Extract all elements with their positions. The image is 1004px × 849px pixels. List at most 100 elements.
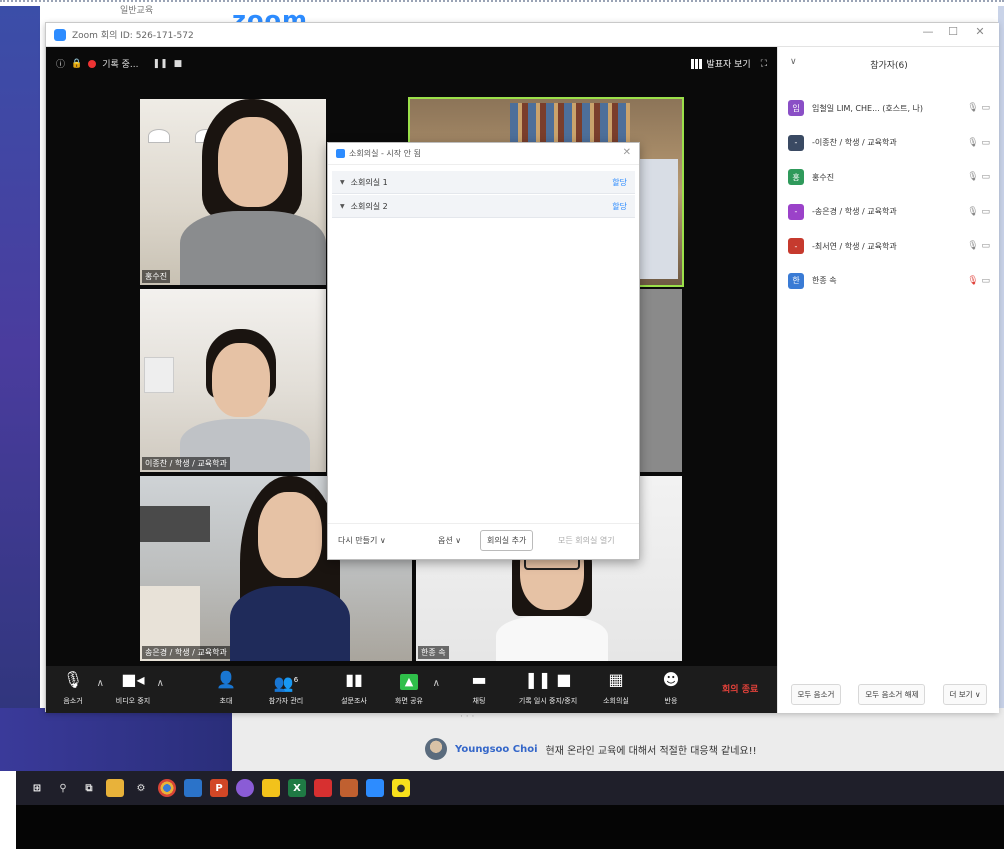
breakout-rooms-dialog: 소회의실 - 시작 안 됨 ✕ ▼ 소회의실 1 할당 ▼ 소회의실 2 할당 …	[327, 142, 640, 560]
settings-gear-icon[interactable]: ⚙	[132, 779, 150, 797]
share-screen-label: 화면 공유	[395, 697, 423, 705]
face-shape	[212, 343, 270, 417]
desktop-wallpaper-bottom	[0, 708, 232, 771]
sticky-notes-icon[interactable]	[262, 779, 280, 797]
fullscreen-icon[interactable]: ⛶	[761, 59, 767, 69]
mic-camera-icons: 🎙 ▭	[967, 103, 990, 114]
search-icon[interactable]: ⚲	[54, 779, 72, 797]
breakout-room-row[interactable]: ▼ 소회의실 2 할당	[332, 195, 635, 218]
mute-button[interactable]: 🎙 음소거 ∧	[48, 670, 104, 706]
breakout-room-row[interactable]: ▼ 소회의실 1 할당	[332, 171, 635, 194]
stop-recording-icon[interactable]: ■	[174, 59, 183, 69]
maximize-button[interactable]: ☐	[943, 25, 963, 38]
video-tile[interactable]: 이종찬 / 학생 / 교육학과	[140, 289, 326, 472]
video-tile[interactable]: 홍수진	[140, 99, 326, 285]
participants-title: 참가자(6)	[870, 60, 908, 71]
mic-camera-icons: 🎙 ▭	[967, 275, 990, 286]
participant-row[interactable]: - -최서연 / 학생 / 교육학과 🎙 ▭	[778, 229, 1000, 264]
participants-icon: 👥6	[273, 673, 299, 693]
stop-video-label: 비디오 중지	[115, 697, 151, 705]
face-shape	[258, 492, 322, 578]
pause-recording-icon[interactable]: ❚❚	[153, 59, 168, 69]
zoom-taskbar-icon[interactable]	[366, 779, 384, 797]
excel-icon[interactable]: X	[288, 779, 306, 797]
minimize-button[interactable]: —	[918, 25, 938, 38]
breakout-rooms-button[interactable]: ▦ 소회의실	[591, 670, 641, 706]
zoom-app-icon	[54, 28, 66, 41]
close-icon[interactable]: ✕	[623, 147, 631, 158]
chat-avatar	[425, 738, 447, 760]
face-shape	[218, 117, 288, 207]
participant-row[interactable]: 홍 홍수진 🎙 ▭	[778, 160, 1000, 195]
manage-participants-button[interactable]: 👥6 참가자 관리	[261, 670, 311, 706]
stop-video-button[interactable]: ■◂ 비디오 중지 ∧	[108, 670, 164, 706]
chat-bubble-icon: ▬	[471, 670, 487, 689]
pdf-reader-icon[interactable]	[314, 779, 332, 797]
invite-label: 초대	[219, 697, 233, 705]
chat-button[interactable]: ▬ 채팅	[454, 670, 504, 706]
end-meeting-button[interactable]: 회의 종료	[722, 682, 758, 695]
microphone-icon: 🎙	[62, 670, 84, 689]
audio-options-caret[interactable]: ∧	[97, 678, 104, 689]
window-titlebar: Zoom 회의 ID: 526-171-572 — ☐ ✕	[46, 23, 999, 47]
participant-name: 한종 속	[812, 276, 837, 286]
speaker-view-button[interactable]: 발표자 보기	[691, 57, 751, 70]
participant-name: 임철일 LIM, CHE... (호스트, 나)	[812, 103, 924, 113]
collapse-chevron-icon[interactable]: ∨	[790, 57, 797, 67]
invite-button[interactable]: 👤 초대	[201, 670, 251, 706]
polls-label: 설문조사	[341, 697, 367, 705]
assign-link[interactable]: 할당	[612, 177, 627, 188]
mute-all-button[interactable]: 모두 음소거	[790, 684, 842, 705]
participant-name: 홍수진	[812, 172, 835, 182]
powerpoint-icon[interactable]: P	[210, 779, 228, 797]
windows-taskbar: ⊞ ⚲ ⧉ ⚙ P X ●	[16, 771, 1004, 805]
share-options-caret[interactable]: ∧	[433, 678, 440, 689]
breakout-grid-icon: ▦	[608, 670, 624, 689]
window-title: Zoom 회의 ID: 526-171-572	[72, 31, 194, 41]
expand-triangle-icon[interactable]: ▼	[340, 203, 345, 210]
reactions-button[interactable]: ☻ 반응	[646, 670, 696, 706]
participant-row[interactable]: 임 임철일 LIM, CHE... (호스트, 나) 🎙 ▭	[778, 91, 1000, 126]
view-controls: 발표자 보기 ⛶	[691, 57, 767, 70]
document-app-icon[interactable]	[184, 779, 202, 797]
reaction-icon: ☻	[662, 670, 680, 689]
video-options-caret[interactable]: ∧	[157, 678, 164, 689]
participant-row[interactable]: - -이종찬 / 학생 / 교육학과 🎙 ▭	[778, 126, 1000, 161]
more-options-button[interactable]: 더 보기 ∨	[942, 684, 988, 705]
open-all-rooms-button[interactable]: 모든 회의실 열기	[558, 535, 615, 546]
add-room-button[interactable]: 회의실 추가	[480, 530, 534, 551]
options-button[interactable]: 옵션 ∨	[438, 535, 461, 546]
participant-avatar: 임	[788, 100, 804, 117]
recreate-button[interactable]: 다시 만들기 ∨	[338, 535, 386, 546]
participant-name: -최서연 / 학생 / 교육학과	[812, 241, 897, 251]
tile-name-label: 송은경 / 학생 / 교육학과	[142, 646, 230, 659]
mic-camera-icons: 🎙 ▭	[967, 241, 990, 252]
info-icon[interactable]: ⓘ	[56, 57, 65, 70]
room-name: 소회의실 2	[350, 201, 388, 211]
expand-triangle-icon[interactable]: ▼	[340, 179, 345, 186]
assign-link[interactable]: 할당	[612, 201, 627, 212]
participant-avatar: 홍	[788, 169, 804, 186]
unmute-all-button[interactable]: 모두 음소거 해제	[858, 684, 926, 705]
participant-row[interactable]: - -송은경 / 학생 / 교육학과 🎙 ▭	[778, 195, 1000, 230]
chat-label: 채팅	[472, 697, 486, 705]
kakaotalk-icon[interactable]: ●	[392, 779, 410, 797]
body-shape	[230, 586, 350, 661]
file-explorer-icon[interactable]	[106, 779, 124, 797]
windows-start-icon[interactable]: ⊞	[28, 779, 46, 797]
pause-stop-recording-button[interactable]: ❚❚ ■ 기록 일시 중지/중지	[516, 670, 580, 706]
polls-button[interactable]: ▮▮ 설문조사	[329, 670, 379, 706]
lock-icon[interactable]: 🔒	[71, 59, 82, 69]
desktop-wallpaper-left	[0, 6, 40, 771]
share-screen-button[interactable]: ▲ 화면 공유 ∧	[384, 670, 440, 706]
task-view-icon[interactable]: ⧉	[80, 779, 98, 797]
chrome-icon[interactable]	[158, 779, 176, 797]
participant-name: -이종찬 / 학생 / 교육학과	[812, 138, 897, 148]
poster-decoration	[640, 159, 678, 279]
bookshelf-decoration	[510, 103, 630, 143]
room-name: 소회의실 1	[350, 177, 388, 187]
circle-app-icon[interactable]	[236, 779, 254, 797]
media-app-icon[interactable]	[340, 779, 358, 797]
participant-row[interactable]: 한 한종 속 🎙 ▭	[778, 264, 1000, 299]
close-window-button[interactable]: ✕	[970, 25, 990, 38]
